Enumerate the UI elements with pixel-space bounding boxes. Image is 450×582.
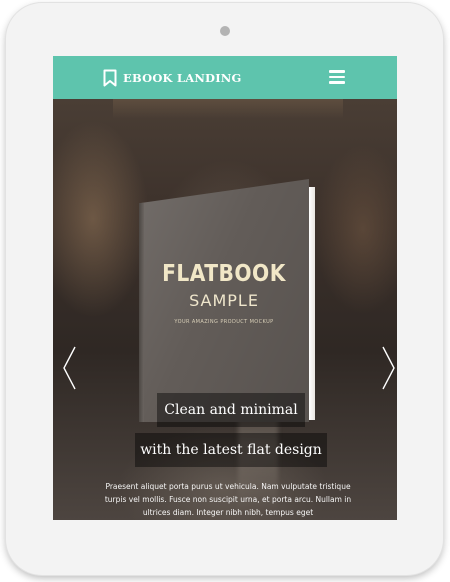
tablet-screen: EBOOK LANDING FLATBOOK SAMPLE YOUR AMAZI… <box>53 56 397 520</box>
brand-name: EBOOK LANDING <box>123 71 242 85</box>
tablet-frame: EBOOK LANDING FLATBOOK SAMPLE YOUR AMAZI… <box>6 3 443 575</box>
book-tagline: YOUR AMAZING PRODUCT MOCKUP <box>174 319 274 325</box>
book-cover: FLATBOOK SAMPLE YOUR AMAZING PRODUCT MOC… <box>139 179 309 422</box>
chevron-left-icon[interactable] <box>61 345 79 391</box>
book-title: FLATBOOK <box>162 261 286 287</box>
top-navbar: EBOOK LANDING <box>53 56 397 99</box>
hero-caption-primary: Clean and minimal <box>157 393 305 427</box>
hero-caption-secondary: with the latest flat design <box>135 433 327 467</box>
book-subtitle: SAMPLE <box>189 291 259 310</box>
bookmark-icon <box>103 69 117 87</box>
hero-description: Praesent aliquet porta purus ut vehicula… <box>104 482 352 517</box>
book-mockup: FLATBOOK SAMPLE YOUR AMAZING PRODUCT MOC… <box>139 179 315 422</box>
book-spine <box>139 203 144 422</box>
camera-dot <box>220 26 230 36</box>
chevron-right-icon[interactable] <box>379 345 397 391</box>
hamburger-menu-icon[interactable] <box>329 70 345 84</box>
brand-logo[interactable]: EBOOK LANDING <box>103 68 242 88</box>
hero-slider: FLATBOOK SAMPLE YOUR AMAZING PRODUCT MOC… <box>53 99 397 520</box>
